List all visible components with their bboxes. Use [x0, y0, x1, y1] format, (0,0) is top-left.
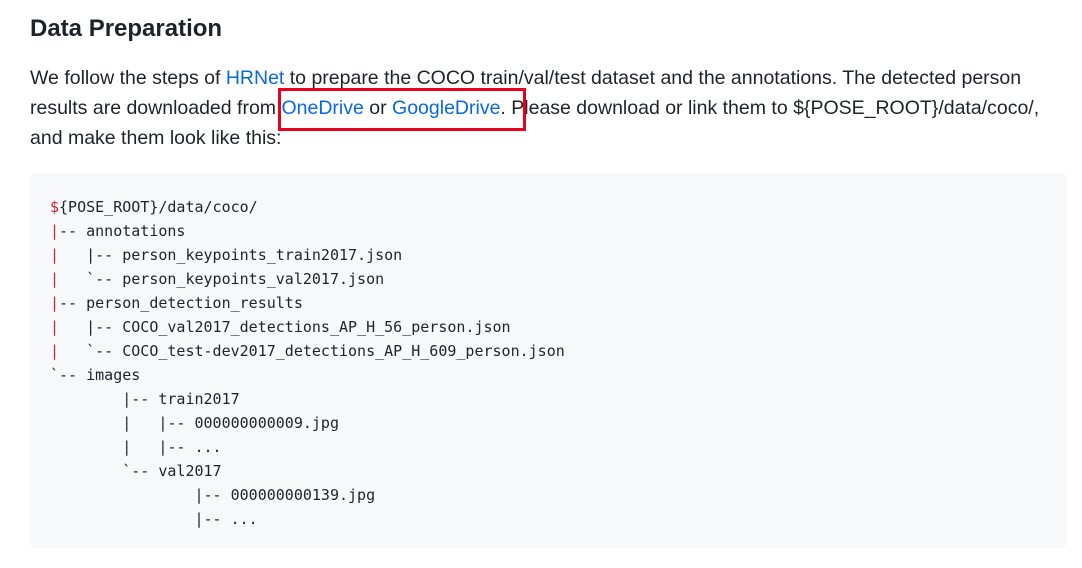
- code-line: |-- person_detection_results: [50, 291, 1047, 315]
- code-line: ${POSE_ROOT}/data/coco/: [50, 195, 1047, 219]
- code-text: `-- val2017: [50, 462, 222, 480]
- code-lines: ${POSE_ROOT}/data/coco/|-- annotations | …: [50, 195, 1047, 531]
- section-heading: Data Preparation: [30, 15, 223, 42]
- code-line: | |-- 000000000009.jpg: [50, 411, 1047, 435]
- code-text: `-- COCO_test-dev2017_detections_AP_H_60…: [59, 342, 565, 360]
- code-line: | |-- person_keypoints_train2017.json: [50, 243, 1047, 267]
- code-tree-marker: |: [50, 270, 60, 288]
- paragraph-text: We follow the steps of: [30, 67, 226, 89]
- code-tree-marker: $: [50, 198, 60, 216]
- code-line: | `-- COCO_test-dev2017_detections_AP_H_…: [50, 339, 1047, 363]
- code-line: |-- 000000000139.jpg: [50, 483, 1047, 507]
- code-block: ${POSE_ROOT}/data/coco/|-- annotations | …: [30, 173, 1067, 548]
- code-text: -- person_detection_results: [59, 294, 303, 312]
- hrnet-link[interactable]: HRNet: [226, 67, 285, 89]
- code-line: |-- annotations: [50, 219, 1047, 243]
- code-text: {POSE_ROOT}/data/coco/: [59, 198, 258, 216]
- instructions-paragraph: We follow the steps of HRNet to prepare …: [30, 63, 1070, 153]
- code-text: |-- ...: [50, 510, 258, 528]
- code-text: -- annotations: [59, 222, 186, 240]
- code-text: `-- images: [50, 366, 141, 384]
- code-line: | `-- person_keypoints_val2017.json: [50, 267, 1047, 291]
- code-tree-marker: |: [50, 342, 60, 360]
- paragraph-text: or: [363, 97, 393, 119]
- code-line: | |-- COCO_val2017_detections_AP_H_56_pe…: [50, 315, 1047, 339]
- onedrive-link[interactable]: OneDrive: [281, 97, 363, 119]
- code-text: | |-- ...: [50, 438, 222, 456]
- code-text: `-- person_keypoints_val2017.json: [59, 270, 385, 288]
- code-tree-marker: |: [50, 318, 60, 336]
- code-line: |-- train2017: [50, 387, 1047, 411]
- code-tree-marker: |: [50, 222, 60, 240]
- code-line: | |-- ...: [50, 435, 1047, 459]
- code-tree-marker: |: [50, 294, 60, 312]
- code-text: |-- train2017: [50, 390, 240, 408]
- code-text: | |-- 000000000009.jpg: [50, 414, 339, 432]
- code-text: |-- 000000000139.jpg: [50, 486, 376, 504]
- code-tree-marker: |: [50, 246, 60, 264]
- googledrive-link[interactable]: GoogleDrive: [392, 97, 500, 119]
- code-text: |-- COCO_val2017_detections_AP_H_56_pers…: [59, 318, 511, 336]
- code-line: `-- images: [50, 363, 1047, 387]
- code-text: |-- person_keypoints_train2017.json: [59, 246, 403, 264]
- code-line: |-- ...: [50, 507, 1047, 531]
- code-line: `-- val2017: [50, 459, 1047, 483]
